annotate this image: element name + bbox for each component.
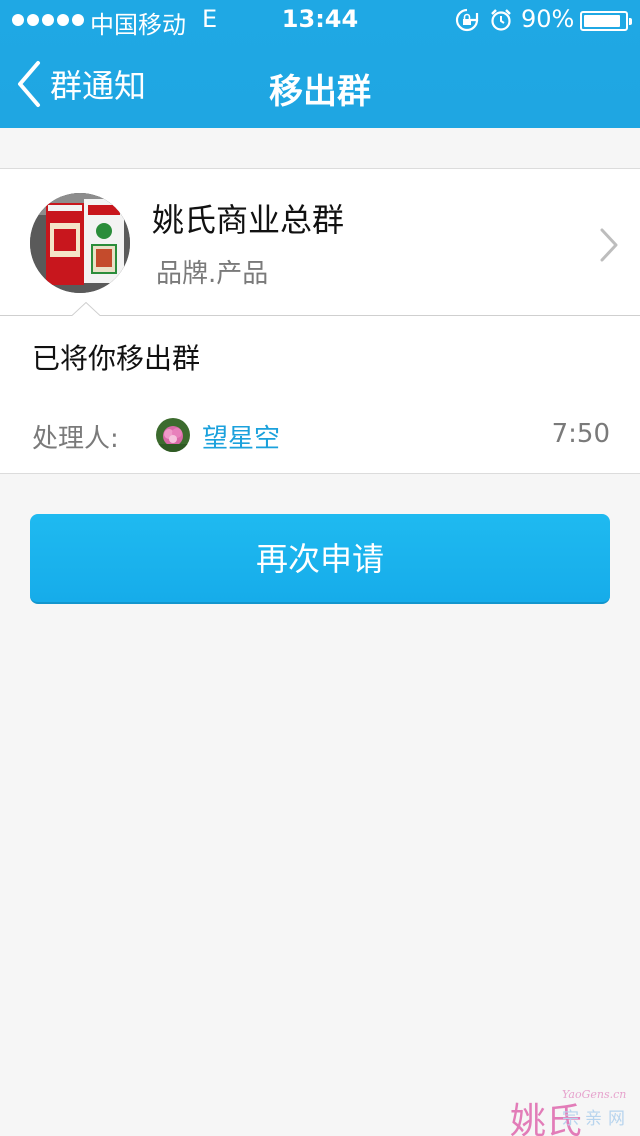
- group-name: 姚氏商业总群: [152, 201, 345, 239]
- chevron-right-icon: [600, 228, 618, 262]
- reapply-button[interactable]: 再次申请: [30, 514, 610, 604]
- watermark-url: YaoGens.cn: [562, 1088, 627, 1101]
- watermark-logo: 姚氏 YaoGens.cn 宗亲网: [510, 1088, 640, 1136]
- battery-icon: [580, 11, 632, 31]
- status-bar: 中国移动 E 13:44 90%: [0, 0, 640, 40]
- removal-message: 已将你移出群: [32, 342, 201, 375]
- header: 中国移动 E 13:44 90% 群通知 移出群: [0, 0, 640, 128]
- group-avatar: [30, 193, 130, 293]
- handler-name-link[interactable]: 望星空: [202, 418, 280, 455]
- group-info-row[interactable]: 姚氏商业总群 品牌.产品: [0, 169, 640, 315]
- notice-time: 7:50: [551, 419, 610, 449]
- notice-card: 姚氏商业总群 品牌.产品 已将你移出群 处理人: 望星空 7:50: [0, 168, 640, 474]
- handler-label: 处理人:: [32, 424, 119, 454]
- rotation-lock-icon: [455, 8, 479, 32]
- page-title: 移出群: [269, 72, 371, 112]
- watermark-sub: 宗亲网: [562, 1109, 631, 1129]
- group-category: 品牌.产品: [156, 259, 269, 289]
- alarm-icon: [491, 9, 511, 31]
- battery-fill: [584, 15, 620, 27]
- battery-percent: 90%: [521, 5, 575, 33]
- handler-avatar[interactable]: [156, 418, 190, 452]
- speech-pointer: [72, 302, 100, 316]
